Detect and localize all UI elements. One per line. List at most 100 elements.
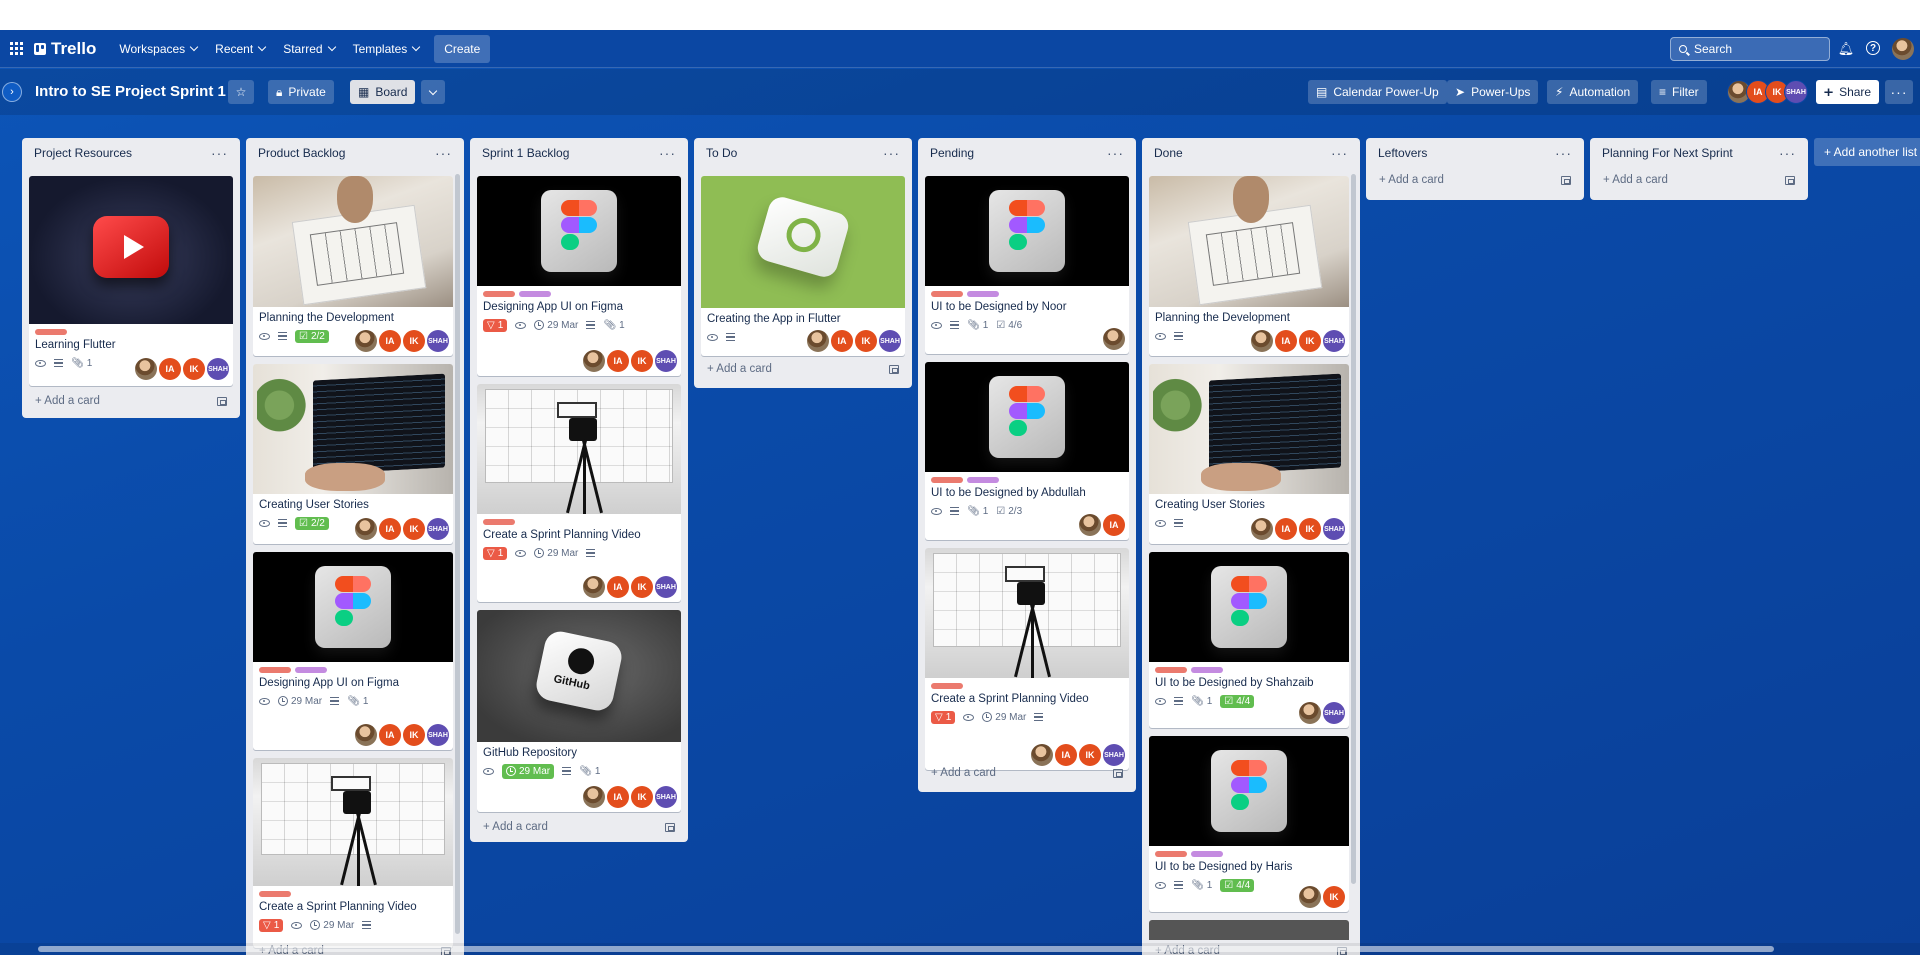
avatar[interactable]: IK [183, 358, 205, 380]
list-title[interactable]: To Do [706, 146, 737, 160]
avatar[interactable]: SHAH [427, 330, 449, 352]
card-label[interactable] [1191, 851, 1223, 857]
avatar[interactable]: IA [1103, 514, 1125, 536]
list-scrollbar[interactable] [455, 174, 460, 934]
card-template-icon[interactable] [665, 822, 675, 832]
avatar[interactable]: IK [631, 350, 653, 372]
due-date-badge[interactable]: 29 Mar [502, 763, 555, 779]
card[interactable]: UI to be Designed by Noor 📎︎ 1 ☑︎ 4/6 [925, 176, 1129, 354]
list-menu-icon[interactable]: ··· [1331, 145, 1348, 161]
views-dropdown-button[interactable] [421, 80, 445, 104]
sidebar-expand-icon[interactable]: › [2, 82, 22, 102]
avatar[interactable]: IK [631, 576, 653, 598]
card-label[interactable] [483, 519, 515, 525]
avatar[interactable]: IA [379, 724, 401, 746]
avatar[interactable] [355, 330, 377, 352]
avatar[interactable]: IA [1275, 518, 1297, 540]
card-template-icon[interactable] [889, 364, 899, 374]
card[interactable]: UI to be Designed by Haris 📎︎ 1 ☑︎ 4/4 IK [1149, 736, 1349, 912]
avatar[interactable]: SHAH [655, 576, 677, 598]
list-menu-icon[interactable]: ··· [435, 145, 452, 161]
avatar[interactable]: IA [379, 518, 401, 540]
card[interactable]: UI to be Designed by Shahzaib 📎︎ 1 ☑︎ 4/4 … [1149, 552, 1349, 728]
avatar[interactable]: IK [1299, 518, 1321, 540]
list-scrollbar[interactable] [1351, 174, 1356, 884]
board-view-button[interactable]: ▦ Board [350, 80, 416, 104]
card-label[interactable] [519, 291, 551, 297]
board-scrollbar[interactable] [38, 946, 1774, 952]
card[interactable]: Planning the Development IA IK SHAH [1149, 176, 1349, 356]
card[interactable]: Creating User Stories ☑︎ 2/2 IA IK SHAH [253, 364, 453, 544]
automation-button[interactable]: ⚡︎ Automation [1547, 80, 1639, 104]
app-switcher-icon[interactable] [0, 30, 32, 68]
avatar[interactable]: IK [403, 518, 425, 540]
card-label[interactable] [35, 329, 67, 335]
card-label[interactable] [483, 291, 515, 297]
avatar[interactable]: SHAH [1323, 518, 1345, 540]
card-label[interactable] [295, 667, 327, 673]
card-label[interactable] [931, 683, 963, 689]
list-menu-icon[interactable]: ··· [1779, 145, 1796, 161]
list-title[interactable]: Product Backlog [258, 146, 345, 160]
card[interactable]: Creating the App in Flutter IA IK SHAH [701, 176, 905, 356]
avatar[interactable] [1251, 518, 1273, 540]
add-card-button[interactable]: + Add a card [1373, 169, 1577, 191]
avatar[interactable]: IA [1275, 330, 1297, 352]
notifications-icon[interactable]: 🔔︎ [1838, 41, 1855, 57]
list-title[interactable]: Sprint 1 Backlog [482, 146, 569, 160]
list-menu-icon[interactable]: ··· [1555, 145, 1572, 161]
add-card-button[interactable]: + Add a card [1597, 169, 1801, 191]
card-template-icon[interactable] [1561, 175, 1571, 185]
avatar[interactable]: IA [831, 330, 853, 352]
list-title[interactable]: Leftovers [1378, 146, 1427, 160]
trello-logo[interactable]: Trello [34, 39, 96, 59]
avatar[interactable]: IA [379, 330, 401, 352]
nav-workspaces[interactable]: Workspaces [110, 34, 206, 64]
avatar[interactable]: SHAH [1323, 330, 1345, 352]
card-label[interactable] [1191, 667, 1223, 673]
card[interactable]: Designing App UI on Figma ▽ 1 29 Mar 📎︎ 1 … [477, 176, 681, 376]
card-label[interactable] [259, 667, 291, 673]
avatar[interactable] [1103, 328, 1125, 350]
avatar[interactable]: SHAH [1323, 702, 1345, 724]
search-input[interactable]: Search [1670, 37, 1830, 61]
powerups-button[interactable]: ➤ Power-Ups [1447, 80, 1539, 104]
avatar[interactable]: IA [607, 576, 629, 598]
list-menu-icon[interactable]: ··· [211, 145, 228, 161]
avatar[interactable]: SHAH [427, 724, 449, 746]
card-label[interactable] [1155, 851, 1187, 857]
card-template-icon[interactable] [217, 396, 227, 406]
add-list-button[interactable]: + Add another list [1814, 138, 1920, 166]
filter-button[interactable]: ≡ Filter [1651, 80, 1707, 104]
card[interactable]: Creating User Stories IA IK SHAH [1149, 364, 1349, 544]
card[interactable]: UI to be Designed by Abdullah 📎︎ 1 ☑︎ 2/3 … [925, 362, 1129, 540]
card[interactable]: Learning Flutter 📎︎ 1 IA IK SHAH [29, 176, 233, 386]
star-icon[interactable]: ☆ [228, 80, 254, 104]
nav-templates[interactable]: Templates [344, 34, 429, 64]
avatar[interactable]: IK [403, 724, 425, 746]
list-title[interactable]: Project Resources [34, 146, 132, 160]
card-label[interactable] [967, 477, 999, 483]
avatar[interactable]: IK [403, 330, 425, 352]
add-card-button[interactable]: + Add a card [29, 390, 233, 412]
avatar[interactable] [355, 724, 377, 746]
avatar[interactable]: IK [855, 330, 877, 352]
add-card-button[interactable]: + Add a card [477, 816, 681, 838]
card[interactable]: Create a Sprint Planning Video ▽ 1 29 Mar… [925, 548, 1129, 770]
nav-starred[interactable]: Starred [274, 34, 343, 64]
create-button[interactable]: Create [434, 34, 491, 63]
avatar[interactable] [583, 350, 605, 372]
help-icon[interactable]: ? [1866, 41, 1880, 55]
card[interactable]: Planning the Development ☑︎ 2/2 IA IK SHA… [253, 176, 453, 356]
list-menu-icon[interactable]: ··· [883, 145, 900, 161]
account-avatar[interactable] [1892, 38, 1914, 60]
calendar-powerup-button[interactable]: ▤ Calendar Power-Up [1308, 80, 1447, 104]
avatar[interactable] [1299, 886, 1321, 908]
board-title[interactable]: Intro to SE Project Sprint 1 [35, 83, 226, 100]
avatar[interactable]: SHAH [1784, 80, 1808, 104]
avatar[interactable]: SHAH [879, 330, 901, 352]
avatar[interactable] [583, 576, 605, 598]
list-title[interactable]: Planning For Next Sprint [1602, 146, 1733, 160]
add-card-button[interactable]: + Add a card [701, 358, 905, 380]
card-label[interactable] [931, 477, 963, 483]
